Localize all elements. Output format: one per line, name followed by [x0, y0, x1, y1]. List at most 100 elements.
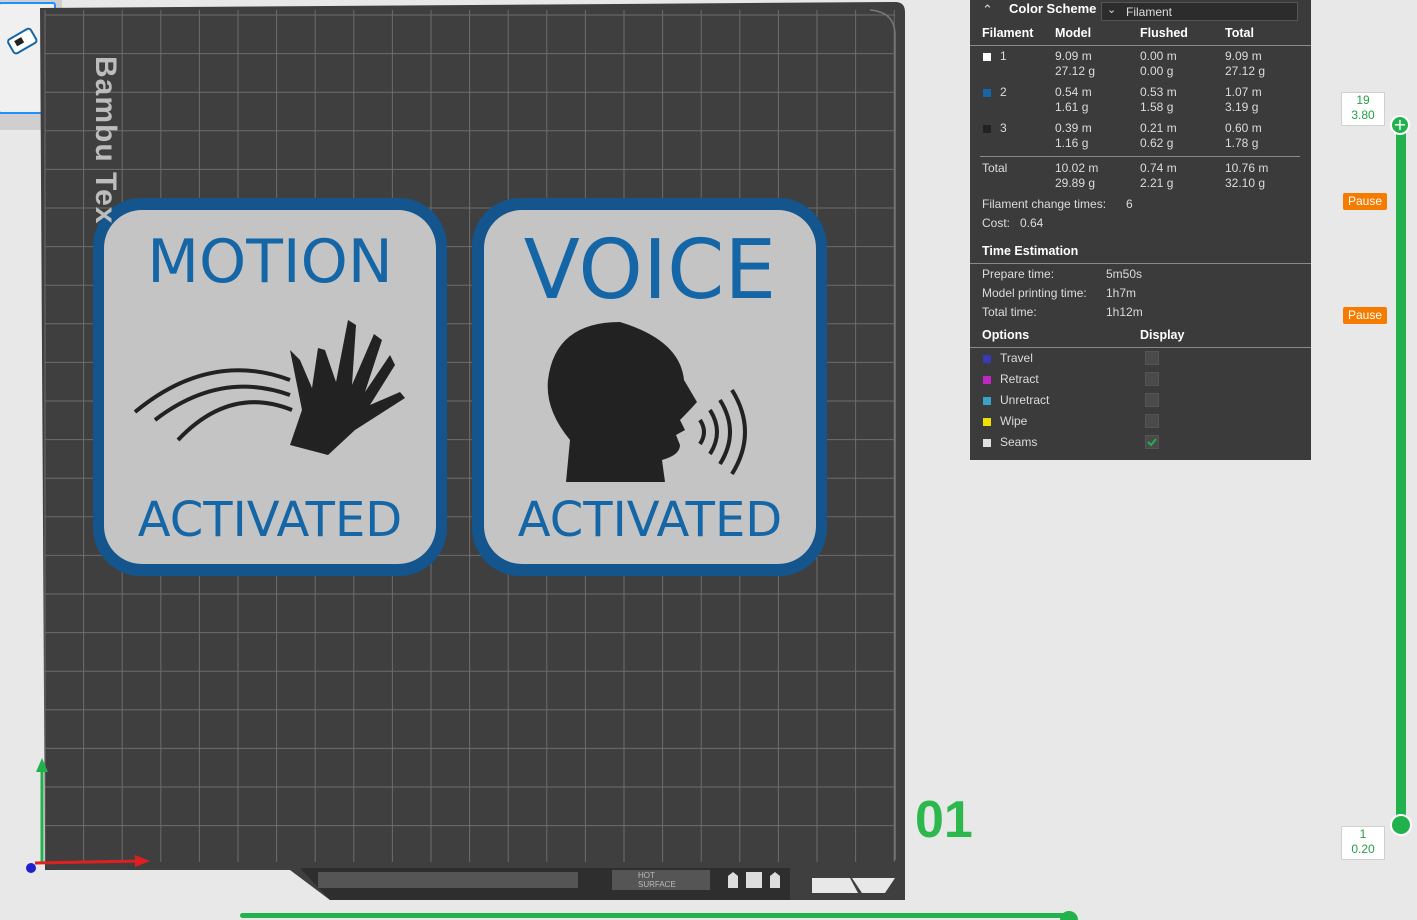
retract-swatch: [983, 376, 991, 384]
total-time-label: Total time:: [982, 305, 1037, 319]
options-title: Options: [982, 328, 1030, 342]
svg-text:SURFACE: SURFACE: [638, 880, 676, 889]
col-header-total: Total: [1225, 26, 1254, 40]
cost-value: 0.64: [1020, 216, 1044, 230]
prepare-time-label: Prepare time:: [982, 267, 1055, 281]
filament-3-total-g: 1.78 g: [1225, 136, 1259, 150]
retract-checkbox[interactable]: [1145, 372, 1159, 386]
top-layer-number: 19: [1356, 93, 1370, 107]
gcode-statistics-panel: ⌃ Color Scheme ⌄ Filament Filament Model…: [970, 0, 1311, 460]
time-estimation-title: Time Estimation: [982, 244, 1079, 258]
filament-3-model-m: 0.39 m: [1055, 121, 1092, 135]
filament-3-flushed-m: 0.21 m: [1140, 121, 1177, 135]
divider: [980, 156, 1300, 157]
total-model-m: 10.02 m: [1055, 161, 1099, 175]
bottom-layer-height: 0.20: [1351, 842, 1375, 856]
total-total-m: 10.76 m: [1225, 161, 1269, 175]
model-print-time-label: Model printing time:: [982, 286, 1087, 300]
move-slider-handle[interactable]: [1060, 911, 1078, 920]
divider: [970, 45, 1311, 46]
unretract-label: Unretract: [1000, 393, 1050, 407]
seams-swatch: [983, 439, 991, 447]
col-header-flushed: Flushed: [1140, 26, 1188, 40]
plate-brand-label: Bambu Tex: [89, 56, 122, 225]
bottom-layer-tag: 1 0.20: [1341, 826, 1385, 860]
filament-1-model-m: 9.09 m: [1055, 49, 1092, 63]
filament-2-swatch: [983, 89, 991, 97]
pause-marker-1[interactable]: Pause: [1343, 193, 1387, 210]
color-scheme-value: Filament: [1126, 5, 1173, 19]
sign-motion-activated[interactable]: MOTION ACTIVATED: [93, 198, 447, 576]
sign-motion-top-text: MOTION: [147, 227, 392, 297]
layer-number-label: 01: [915, 791, 973, 849]
filament-2-total-g: 3.19 g: [1225, 100, 1259, 114]
seams-label: Seams: [1000, 435, 1038, 449]
filament-2-model-m: 0.54 m: [1055, 85, 1092, 99]
top-layer-tag: 19 3.80: [1341, 92, 1385, 126]
filament-3-flushed-g: 0.62 g: [1140, 136, 1174, 150]
filament-change-value: 6: [1126, 197, 1133, 211]
sign-voice-top-text: VOICE: [524, 223, 776, 318]
top-layer-height: 3.80: [1351, 108, 1375, 122]
filament-2-id: 2: [1000, 85, 1007, 99]
bottom-layer-number: 1: [1359, 827, 1367, 841]
retract-label: Retract: [1000, 372, 1039, 386]
wipe-label: Wipe: [1000, 414, 1028, 428]
collapse-chevron-icon[interactable]: ⌃: [982, 2, 993, 18]
filament-3-total-m: 0.60 m: [1225, 121, 1262, 135]
divider: [970, 263, 1311, 264]
filament-2-flushed-g: 1.58 g: [1140, 100, 1174, 114]
gcode-preview-viewport[interactable]: HOT SURFACE MOTION ACTIVATED VOICE ACTIV…: [0, 0, 1417, 920]
sign-voice-activated[interactable]: VOICE ACTIVATED: [472, 198, 827, 576]
sign-voice-bottom-text: ACTIVATED: [518, 492, 782, 548]
travel-label: Travel: [1000, 351, 1033, 365]
color-scheme-dropdown[interactable]: ⌄ Filament: [1101, 2, 1298, 21]
col-header-model: Model: [1055, 26, 1092, 40]
total-total-g: 32.10 g: [1225, 176, 1266, 190]
filament-2-model-g: 1.61 g: [1055, 100, 1089, 114]
travel-checkbox[interactable]: [1145, 351, 1159, 365]
filament-2-flushed-m: 0.53 m: [1140, 85, 1177, 99]
total-label: Total: [982, 161, 1008, 175]
filament-1-id: 1: [1000, 49, 1007, 63]
filament-3-swatch: [983, 125, 991, 133]
filament-1-total-g: 27.12 g: [1225, 64, 1266, 78]
total-time-value: 1h12m: [1106, 305, 1143, 319]
chevron-down-icon: ⌄: [1107, 4, 1117, 16]
move-slider-track[interactable]: [240, 913, 1070, 918]
divider: [970, 347, 1311, 348]
hot-surface-label: HOT: [638, 871, 655, 880]
filament-1-total-m: 9.09 m: [1225, 49, 1262, 63]
seams-checkbox[interactable]: [1145, 435, 1159, 449]
total-model-g: 29.89 g: [1055, 176, 1096, 190]
wipe-checkbox[interactable]: [1145, 414, 1159, 428]
col-header-filament: Filament: [982, 26, 1034, 40]
travel-swatch: [983, 355, 991, 363]
filament-2-total-m: 1.07 m: [1225, 85, 1262, 99]
x-axis-indicator: [34, 859, 141, 865]
filament-1-model-g: 27.12 g: [1055, 64, 1096, 78]
unretract-checkbox[interactable]: [1145, 393, 1159, 407]
filament-1-flushed-g: 0.00 g: [1140, 64, 1174, 78]
pause-marker-2[interactable]: Pause: [1343, 307, 1387, 324]
filament-3-model-g: 1.16 g: [1055, 136, 1089, 150]
total-flushed-m: 0.74 m: [1140, 161, 1177, 175]
bottom-slider-handle[interactable]: [1390, 814, 1412, 836]
wipe-swatch: [983, 418, 991, 426]
filament-3-id: 3: [1000, 121, 1007, 135]
total-flushed-g: 2.21 g: [1140, 176, 1174, 190]
color-scheme-title: Color Scheme: [1009, 1, 1097, 16]
filament-1-flushed-m: 0.00 m: [1140, 49, 1177, 63]
plate-bottom-icons: [728, 872, 780, 888]
filament-1-swatch: [983, 53, 991, 61]
prepare-time-value: 5m50s: [1106, 267, 1143, 281]
color-scheme-header[interactable]: ⌃ Color Scheme ⌄ Filament: [970, 0, 1311, 22]
layer-slider-track[interactable]: [1396, 120, 1406, 830]
sign-motion-bottom-text: ACTIVATED: [138, 492, 402, 548]
model-print-time-value: 1h7m: [1106, 286, 1137, 300]
top-slider-handle-plus-icon[interactable]: +: [1390, 115, 1410, 135]
display-title: Display: [1140, 328, 1185, 342]
cost-label: Cost:: [982, 216, 1011, 230]
build-plate[interactable]: HOT SURFACE MOTION ACTIVATED VOICE ACTIV…: [0, 0, 910, 910]
checkmark-icon: [1147, 438, 1157, 447]
